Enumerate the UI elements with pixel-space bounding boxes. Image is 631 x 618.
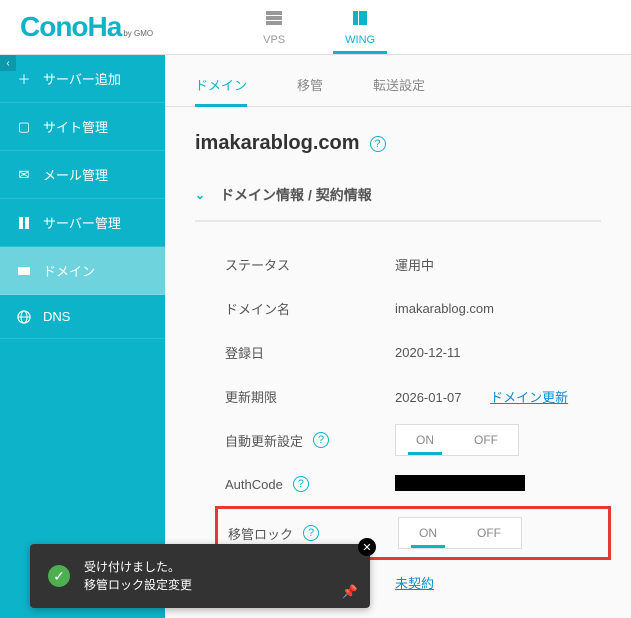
sidebar-item-label: サイト管理 [43, 117, 108, 136]
status-value: 運用中 [395, 255, 601, 274]
help-icon[interactable]: ? [313, 432, 329, 448]
auto-label: 自動更新設定 ? [225, 431, 395, 450]
tab-domain[interactable]: ドメイン [195, 75, 247, 106]
toast-line1: 受け付けました。 [84, 558, 352, 576]
logo-text: ConoHa [20, 11, 121, 43]
sidebar-item-label: サーバー追加 [43, 69, 121, 88]
name-value: imakarablog.com [395, 301, 601, 316]
row-authcode: AuthCode ? [225, 462, 601, 506]
reg-value: 2020-12-11 [395, 345, 601, 360]
sidebar-item-mail[interactable]: ✉ メール管理 [0, 151, 165, 199]
help-icon[interactable]: ? [303, 525, 319, 541]
toast-close-button[interactable]: ✕ [358, 538, 376, 556]
whois-status-link[interactable]: 未契約 [395, 576, 434, 591]
chevron-left-icon: ‹ [6, 58, 9, 69]
help-icon[interactable]: ? [293, 476, 309, 492]
window-icon: ▢ [15, 119, 33, 135]
header-tab-wing[interactable]: WING [315, 0, 405, 54]
toggle-on[interactable]: ON [396, 425, 454, 455]
row-registered: 登録日 2020-12-11 [225, 330, 601, 374]
toggle-off[interactable]: OFF [454, 425, 518, 455]
toggle-on[interactable]: ON [399, 518, 457, 548]
plus-icon: ＋ [15, 69, 33, 88]
content-tabs: ドメイン 移管 転送設定 [165, 55, 631, 107]
server-icon [15, 216, 33, 230]
logo[interactable]: ConoHa by GMO [0, 11, 173, 43]
status-label: ステータス [225, 255, 395, 274]
close-icon: ✕ [362, 541, 371, 554]
exp-date: 2026-01-07 [395, 390, 462, 405]
main-content: ドメイン 移管 転送設定 imakarablog.com ? ⌄ ドメイン情報 … [165, 55, 631, 618]
sidebar-item-site[interactable]: ▢ サイト管理 [0, 103, 165, 151]
authcode-label: AuthCode ? [225, 476, 395, 492]
wing-icon [350, 9, 370, 32]
toast-notification: ✓ 受け付けました。 移管ロック設定変更 ✕ 📌 [30, 544, 370, 608]
domain-title: imakarablog.com ? [195, 132, 601, 155]
name-label: ドメイン名 [225, 299, 395, 318]
row-auto-renew: 自動更新設定 ? ON OFF [225, 418, 601, 462]
sidebar-item-label: ドメイン [43, 261, 95, 280]
sidebar-item-dns[interactable]: DNS [0, 295, 165, 339]
sidebar-item-add-server[interactable]: ＋ サーバー追加 [0, 55, 165, 103]
sidebar: ‹ ＋ サーバー追加 ▢ サイト管理 ✉ メール管理 サーバー管理 ドメイン [0, 55, 165, 618]
header: ConoHa by GMO VPS WING [0, 0, 631, 55]
row-domain-name: ドメイン名 imakarablog.com [225, 286, 601, 330]
pin-icon: 📌 [342, 584, 358, 599]
domain-icon [15, 264, 33, 278]
auto-renew-toggle: ON OFF [395, 424, 519, 456]
sidebar-item-label: DNS [43, 309, 70, 324]
tab-label: 転送設定 [373, 78, 425, 93]
check-icon: ✓ [48, 565, 70, 587]
tab-transfer[interactable]: 移管 [297, 75, 323, 106]
section-toggle[interactable]: ⌄ ドメイン情報 / 契約情報 [195, 185, 601, 222]
tab-label: ドメイン [195, 78, 247, 93]
tab-label: 移管 [297, 78, 323, 93]
authcode-masked [395, 475, 525, 491]
header-tabs: VPS WING [233, 0, 405, 54]
renew-domain-link[interactable]: ドメイン更新 [490, 390, 568, 405]
toggle-off[interactable]: OFF [457, 518, 521, 548]
globe-icon [15, 310, 33, 324]
header-tab-vps[interactable]: VPS [233, 0, 315, 54]
row-status: ステータス 運用中 [225, 242, 601, 286]
exp-label: 更新期限 [225, 387, 395, 406]
chevron-down-icon: ⌄ [195, 188, 205, 202]
sidebar-item-domain[interactable]: ドメイン [0, 247, 165, 295]
header-tab-label: WING [345, 34, 375, 46]
toast-body: 受け付けました。 移管ロック設定変更 [84, 558, 352, 594]
sidebar-item-label: メール管理 [43, 165, 108, 184]
exp-value: 2026-01-07 ドメイン更新 [395, 387, 601, 406]
section-title: ドメイン情報 / 契約情報 [220, 185, 372, 205]
row-expiry: 更新期限 2026-01-07 ドメイン更新 [225, 374, 601, 418]
transfer-lock-toggle: ON OFF [398, 517, 522, 549]
tab-forward[interactable]: 転送設定 [373, 75, 425, 106]
mail-icon: ✉ [15, 167, 33, 183]
header-tab-label: VPS [263, 34, 285, 46]
toast-line2: 移管ロック設定変更 [84, 576, 352, 594]
toast-pin-button[interactable]: 📌 [342, 584, 358, 600]
domain-name-heading: imakarablog.com [195, 132, 360, 155]
sidebar-collapse-button[interactable]: ‹ [0, 55, 16, 71]
logo-subtext: by GMO [123, 29, 153, 38]
server-icon [264, 9, 284, 32]
sidebar-item-label: サーバー管理 [43, 213, 121, 232]
sidebar-item-server[interactable]: サーバー管理 [0, 199, 165, 247]
reg-label: 登録日 [225, 343, 395, 362]
help-icon[interactable]: ? [370, 136, 386, 152]
